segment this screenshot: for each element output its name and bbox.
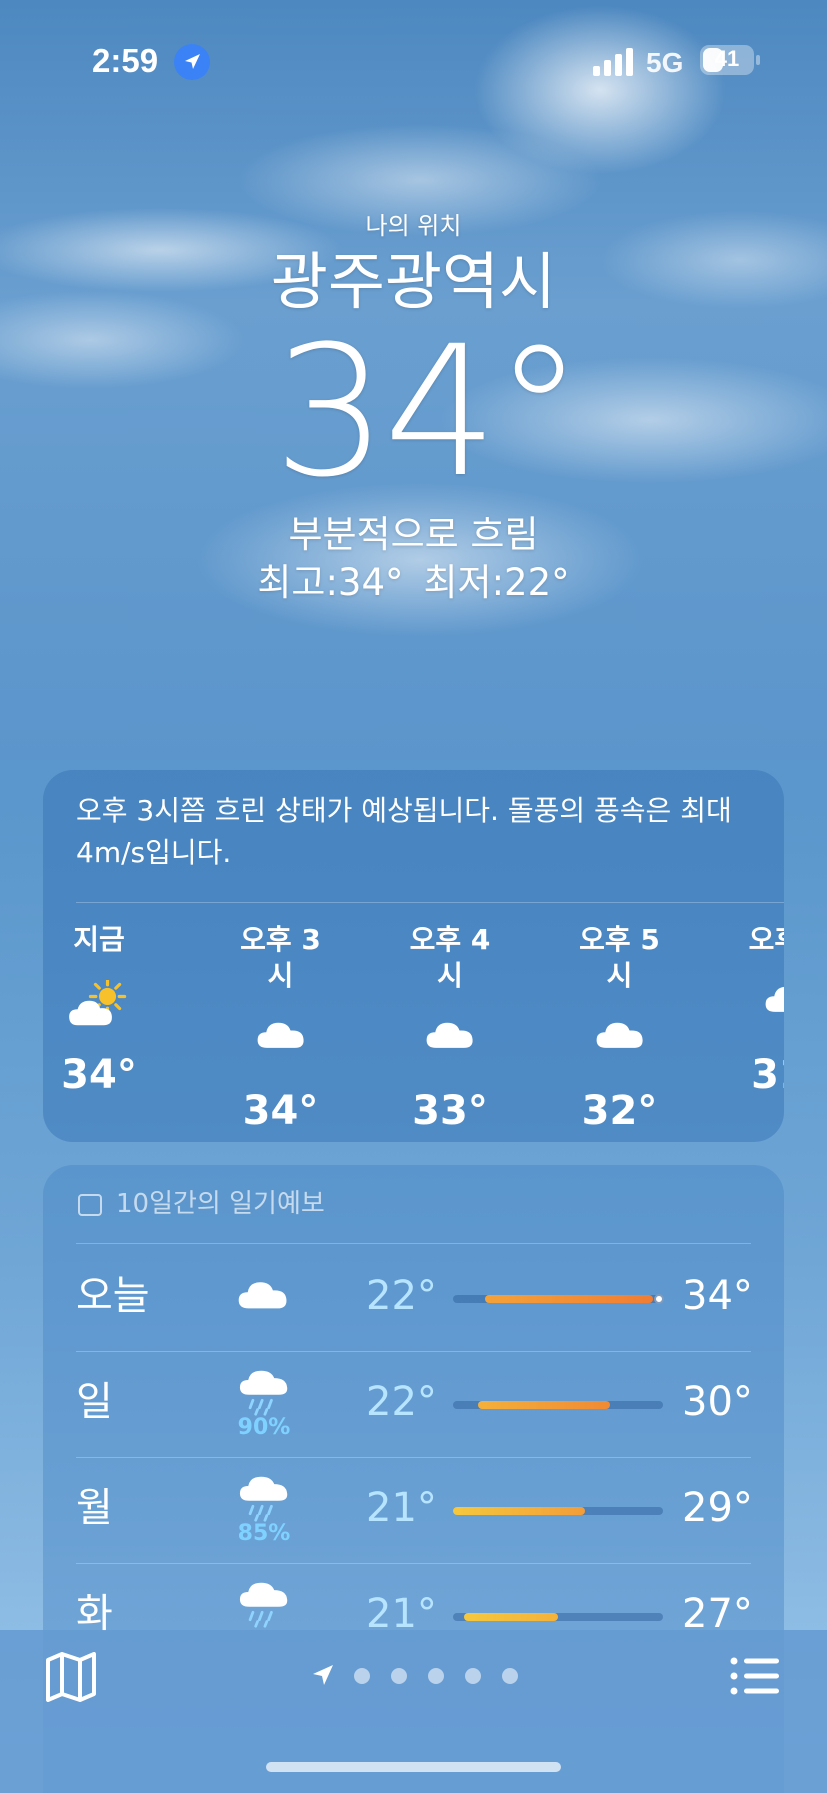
low-temp: 최저:22° [423, 561, 570, 604]
status-bar: 2:59 5G 41 [0, 0, 827, 120]
page-dot[interactable] [502, 1668, 518, 1684]
condition-text: 부분적으로 흐림 [288, 513, 539, 556]
my-location-label: 나의 위치 [365, 212, 462, 240]
list-icon[interactable] [730, 1656, 780, 1696]
daily-title-text: 10일간의 일기예보 [116, 1189, 325, 1219]
temp-range-bar [453, 1507, 663, 1515]
precip-chance: 85% [237, 1521, 291, 1546]
cloud-icon [570, 1016, 670, 1066]
daily-low: 21° [366, 1485, 437, 1531]
cloud-icon [739, 980, 784, 1030]
partly-sunny-icon [49, 977, 149, 1030]
cloud-icon [226, 1261, 302, 1341]
hourly-time: 지금 [73, 923, 125, 956]
hourly-item: 오후 6 31° [739, 922, 784, 1100]
temp-range-bar [453, 1613, 663, 1621]
precip-chance: 90% [237, 1415, 291, 1440]
home-indicator[interactable] [266, 1762, 561, 1772]
hourly-item: 지금 34° [49, 922, 149, 1100]
daily-high: 34° [682, 1273, 753, 1319]
temp-range-bar [453, 1401, 663, 1409]
battery-nub [756, 55, 760, 65]
daily-row[interactable]: 오늘 22° 34° [76, 1245, 753, 1351]
current-temperature: 34° [272, 308, 584, 517]
page-dot[interactable] [391, 1668, 407, 1684]
battery-level: 41 [714, 46, 740, 71]
daily-divider [76, 1243, 751, 1244]
rain-icon: 90% [226, 1367, 302, 1447]
hourly-item: 오후 3시 34° [231, 922, 331, 1136]
daily-low: 22° [366, 1273, 437, 1319]
hourly-time: 오후 3시 [240, 923, 321, 992]
current-location-arrow-icon [313, 1665, 333, 1685]
page-indicator[interactable] [310, 1660, 530, 1690]
current-weather-header: 나의 위치 광주광역시 34° 부분적으로 흐림 최고:34° 최저:22° [0, 210, 827, 608]
temp-range-fill [463, 1613, 558, 1621]
rain-icon: 85% [226, 1473, 302, 1553]
daily-day: 일 [76, 1379, 113, 1425]
hourly-temp: 32° [581, 1088, 658, 1134]
hourly-time: 오후 6 [748, 923, 784, 956]
hourly-temp: 34° [61, 1052, 137, 1098]
daily-high: 30° [682, 1379, 753, 1425]
hourly-item: 오후 5시 32° [570, 922, 670, 1136]
daily-day: 오늘 [76, 1273, 150, 1319]
cloud-icon [231, 1016, 331, 1066]
high-low: 최고:34° 최저:22° [0, 558, 827, 608]
temp-range-bar [453, 1294, 664, 1304]
page-dot[interactable] [428, 1668, 444, 1684]
daily-title: 10일간의 일기예보 [76, 1187, 325, 1221]
temp-range-fill [478, 1401, 611, 1409]
status-time: 2:59 [92, 42, 159, 79]
hourly-divider [76, 902, 784, 903]
daily-high: 29° [682, 1485, 753, 1531]
temp-range-fill [484, 1295, 653, 1303]
hourly-temp: 34° [242, 1088, 319, 1134]
current-temp-marker [653, 1294, 664, 1304]
high-temp: 최고:34° [257, 561, 404, 604]
signal-icon [593, 48, 633, 76]
hourly-time: 오후 4시 [409, 923, 491, 992]
hourly-item: 오후 4시 33° [400, 922, 500, 1136]
hourly-temp: 33° [412, 1088, 488, 1134]
map-icon[interactable] [44, 1652, 98, 1702]
daily-row[interactable]: 월 85% 21° 29° [76, 1457, 753, 1563]
daily-row[interactable]: 일 90% 22° 30° [76, 1351, 753, 1457]
hourly-time: 오후 5시 [579, 923, 660, 992]
hourly-temp: 31° [751, 1052, 784, 1098]
daily-low: 22° [366, 1379, 437, 1425]
cloud-icon [400, 1016, 500, 1066]
page-dot[interactable] [354, 1668, 370, 1684]
location-arrow-icon [174, 44, 210, 80]
battery-icon: 41 [700, 45, 754, 75]
daily-day: 월 [76, 1485, 113, 1531]
hourly-forecast-card[interactable]: 오후 3시쯤 흐린 상태가 예상됩니다. 돌풍의 풍속은 최대 4m/s입니다.… [43, 770, 784, 1142]
temp-range-fill [453, 1507, 586, 1515]
network-type: 5G [646, 47, 684, 78]
hourly-summary: 오후 3시쯤 흐린 상태가 예상됩니다. 돌풍의 풍속은 최대 4m/s입니다. [76, 794, 732, 869]
page-dot[interactable] [465, 1668, 481, 1684]
